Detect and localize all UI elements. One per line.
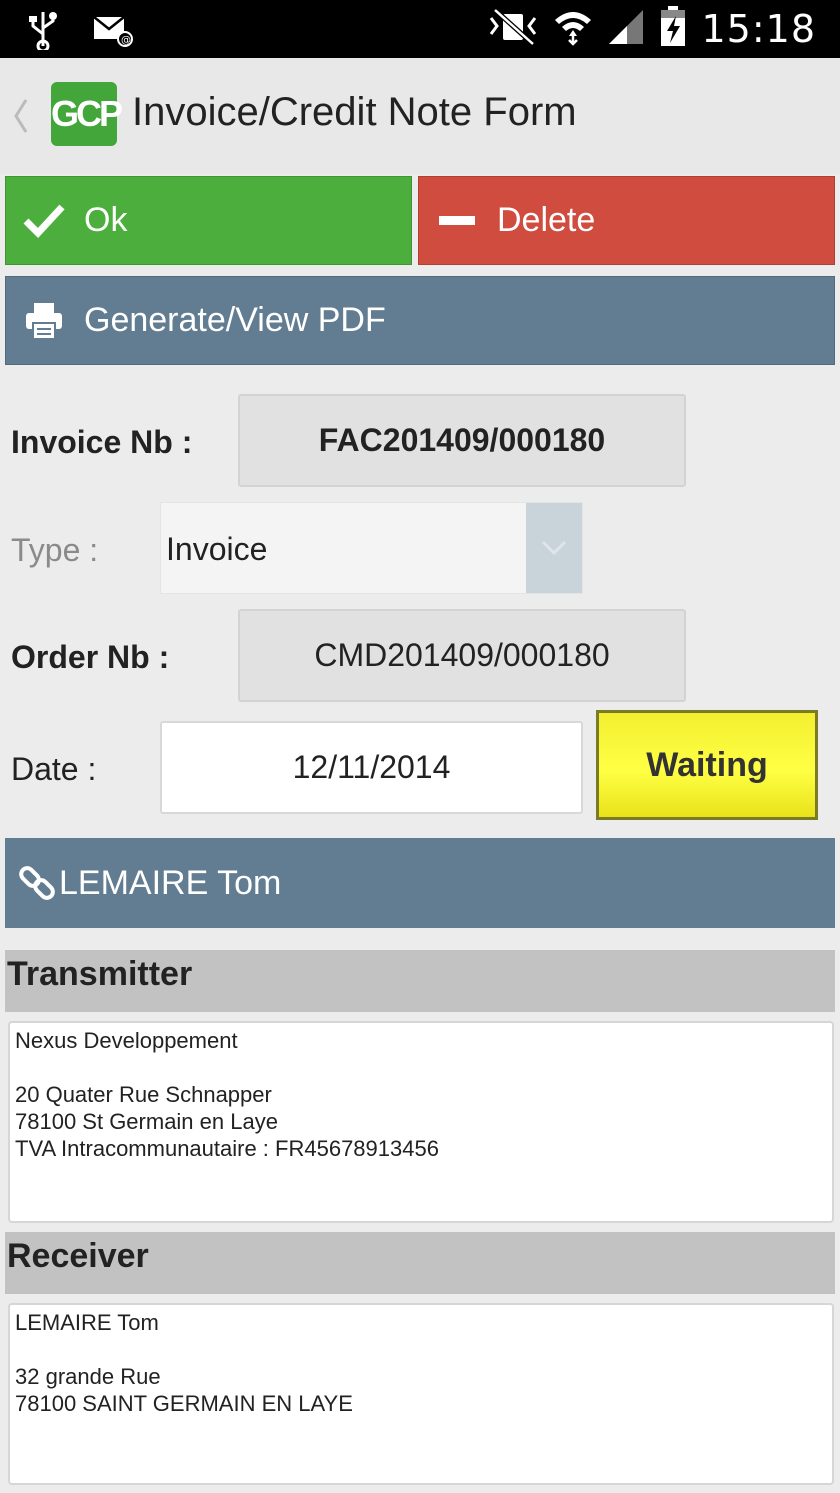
- email-icon: @: [92, 13, 134, 52]
- generate-pdf-button-label: Generate/View PDF: [84, 301, 386, 339]
- receiver-address[interactable]: LEMAIRE Tom 32 grande Rue 78100 SAINT GE…: [8, 1303, 834, 1485]
- ok-button-label: Ok: [84, 201, 128, 239]
- invoice-nb-field: FAC201409/000180: [238, 394, 686, 487]
- client-name: LEMAIRE Tom: [59, 863, 282, 902]
- app-logo-text: GCP: [51, 93, 123, 134]
- client-link-button[interactable]: LEMAIRE Tom: [5, 838, 835, 928]
- signal-icon: [607, 6, 645, 51]
- date-label: Date :: [11, 751, 97, 787]
- generate-pdf-button[interactable]: Generate/View PDF: [5, 276, 835, 365]
- page-title: Invoice/Credit Note Form: [132, 90, 577, 134]
- invoice-nb-label: Invoice Nb :: [11, 424, 193, 460]
- order-nb-field: CMD201409/000180: [238, 609, 686, 702]
- receiver-heading: Receiver: [5, 1232, 835, 1294]
- status-bar-notifications: @: [28, 10, 134, 55]
- chevron-down-icon[interactable]: [526, 503, 582, 593]
- back-chevron-icon[interactable]: [10, 94, 30, 138]
- status-bar-system: 15:18: [487, 4, 816, 53]
- svg-text:@: @: [121, 35, 131, 46]
- battery-charging-icon: [659, 4, 687, 53]
- order-nb-label: Order Nb :: [11, 639, 170, 675]
- action-bar: GCP Invoice/Credit Note Form: [0, 58, 840, 174]
- delete-button-label: Delete: [497, 201, 596, 239]
- transmitter-address[interactable]: Nexus Developpement 20 Quater Rue Schnap…: [8, 1021, 834, 1223]
- app-logo[interactable]: GCP: [51, 82, 123, 146]
- type-label: Type :: [11, 532, 99, 568]
- mute-icon: [487, 6, 539, 51]
- status-bar: @ 15:18: [0, 0, 840, 58]
- transmitter-heading: Transmitter: [5, 950, 835, 1012]
- usb-icon: [28, 10, 58, 55]
- type-select-value: Invoice: [166, 531, 268, 567]
- link-icon: [17, 863, 57, 903]
- ok-button[interactable]: Ok: [5, 176, 412, 265]
- date-field[interactable]: 12/11/2014: [160, 721, 583, 814]
- checkmark-icon: [16, 201, 72, 241]
- status-button[interactable]: Waiting: [596, 710, 818, 820]
- wifi-icon: [553, 6, 593, 51]
- delete-button[interactable]: Delete: [418, 176, 835, 265]
- clock: 15:18: [701, 6, 816, 51]
- printer-icon: [16, 301, 72, 341]
- minus-icon: [429, 211, 485, 231]
- type-select[interactable]: Invoice: [160, 502, 583, 594]
